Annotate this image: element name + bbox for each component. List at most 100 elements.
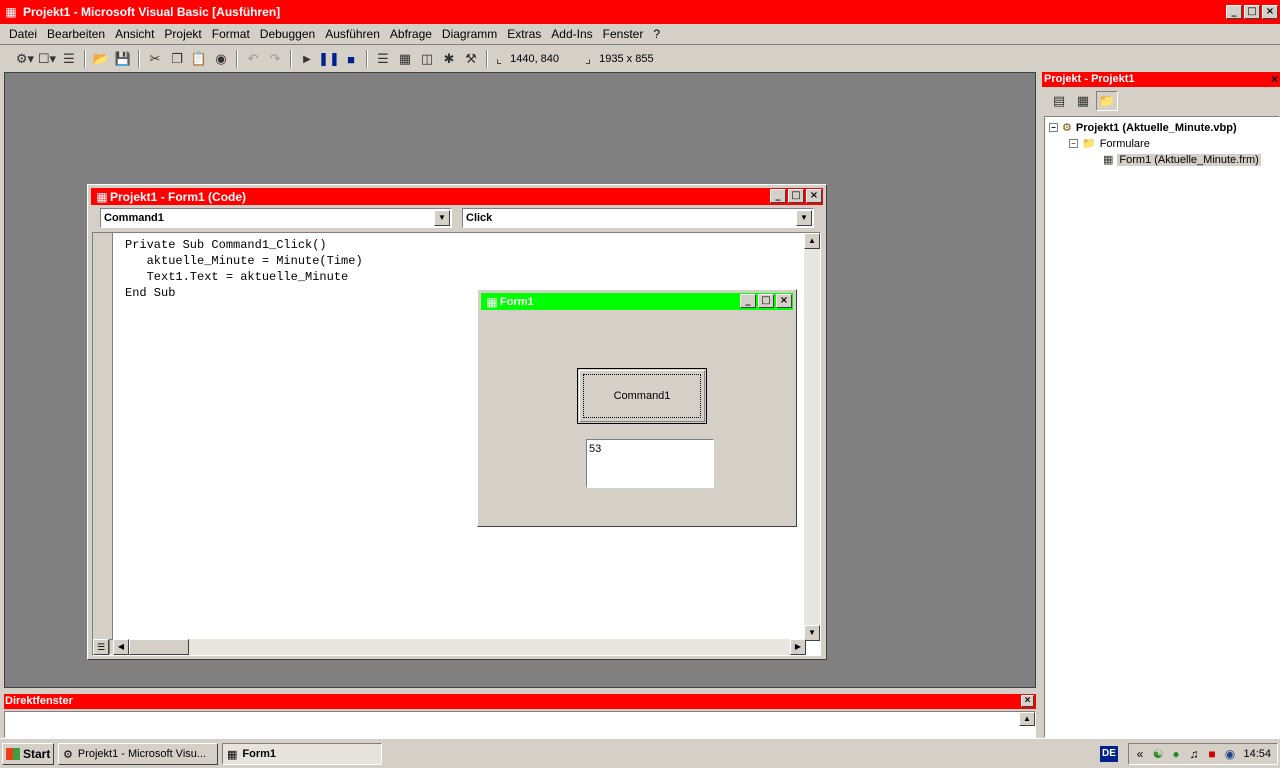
- monitor-icon[interactable]: ◉: [1223, 747, 1237, 761]
- tree-item-project[interactable]: − ⚙ Projekt1 (Aktuelle_Minute.vbp): [1049, 121, 1237, 134]
- scroll-up-icon[interactable]: ▲: [804, 233, 820, 249]
- immediate-input[interactable]: ▲: [4, 711, 1036, 738]
- tree-item-project-label: Projekt1 (Aktuelle_Minute.vbp): [1075, 121, 1237, 134]
- vb-app-icon: ▦: [5, 5, 17, 19]
- task-button-vb[interactable]: ⚙ Projekt1 - Microsoft Visu...: [58, 743, 218, 765]
- project-explorer-title: Projekt - Projekt1: [1044, 73, 1135, 85]
- minimize-icon[interactable]: _: [770, 189, 786, 203]
- menu-fenster[interactable]: Fenster: [598, 27, 649, 41]
- menu-ansicht[interactable]: Ansicht: [110, 27, 159, 41]
- close-icon[interactable]: ×: [776, 294, 792, 308]
- clock[interactable]: 14:54: [1243, 748, 1271, 760]
- properties-window-icon[interactable]: ▦: [394, 49, 416, 69]
- scroll-up-icon[interactable]: ▲: [1019, 712, 1035, 726]
- object-combo[interactable]: Command1 ▼: [100, 208, 452, 228]
- copy-icon[interactable]: ❐: [166, 49, 188, 69]
- save-icon[interactable]: 💾: [112, 49, 134, 69]
- paste-icon[interactable]: 📋: [188, 49, 210, 69]
- tree-item-form1[interactable]: ▦ Form1 (Aktuelle_Minute.frm): [1103, 153, 1261, 166]
- add-form-icon[interactable]: ☐▾: [36, 49, 58, 69]
- vb-app-icon: ⚙: [63, 748, 73, 761]
- start-label: Start: [23, 747, 51, 761]
- code-window-title-bar[interactable]: ▦ Projekt1 - Form1 (Code) _ □ ×: [91, 188, 823, 205]
- maximize-icon[interactable]: □: [1244, 5, 1260, 19]
- open-icon[interactable]: 📂: [90, 49, 112, 69]
- main-title-bar[interactable]: ▦ Projekt1 - Microsoft Visual Basic [Aus…: [0, 0, 1280, 24]
- menu-projekt[interactable]: Projekt: [159, 27, 206, 41]
- toolbox-icon[interactable]: ⚒: [460, 49, 482, 69]
- code-window-controls: _ □ ×: [770, 189, 822, 203]
- close-icon[interactable]: ×: [806, 189, 822, 203]
- view-code-icon[interactable]: ▤: [1048, 91, 1070, 111]
- procedure-view-icon[interactable]: ☰: [93, 639, 109, 655]
- code-text[interactable]: Private Sub Command1_Click() aktuelle_Mi…: [125, 237, 363, 301]
- cut-icon[interactable]: ✂: [144, 49, 166, 69]
- menu-bar: Datei Bearbeiten Ansicht Projekt Format …: [0, 24, 1280, 45]
- form1-title-bar[interactable]: ▦ Form1 _ □ ×: [481, 293, 793, 310]
- project-explorer-title-bar[interactable]: Projekt - Projekt1 ×: [1042, 72, 1280, 87]
- form1-window-controls: _ □ ×: [740, 294, 792, 308]
- volume-icon[interactable]: ♫: [1187, 747, 1201, 761]
- toggle-folders-icon[interactable]: 📁: [1096, 91, 1118, 111]
- menu-help[interactable]: ?: [648, 27, 665, 41]
- menu-add-ins[interactable]: Add-Ins: [546, 27, 597, 41]
- language-indicator[interactable]: DE: [1100, 746, 1118, 762]
- menu-bearbeiten[interactable]: Bearbeiten: [42, 27, 110, 41]
- object-combo-value: Command1: [104, 212, 164, 224]
- project-explorer: Projekt - Projekt1 × ▤ ▦ 📁 − ⚙ Projekt1 …: [1042, 72, 1280, 738]
- code-margin[interactable]: [93, 233, 113, 641]
- stop-icon[interactable]: ■: [340, 49, 362, 69]
- scroll-left-icon[interactable]: ◀: [113, 639, 129, 655]
- scroll-thumb[interactable]: [129, 639, 189, 655]
- pause-icon[interactable]: ❚❚: [318, 49, 340, 69]
- minimize-icon[interactable]: _: [1226, 5, 1242, 19]
- close-icon[interactable]: ×: [1262, 5, 1278, 19]
- command1-label: Command1: [613, 390, 671, 402]
- text1-textbox[interactable]: 53: [586, 439, 714, 488]
- procedure-combo[interactable]: Click ▼: [462, 208, 814, 228]
- menu-ausfuehren[interactable]: Ausführen: [320, 27, 385, 41]
- scroll-right-icon[interactable]: ▶: [790, 639, 806, 655]
- minimize-icon[interactable]: _: [740, 294, 756, 308]
- form1-icon: ▦: [486, 294, 498, 309]
- start-icon[interactable]: ▶: [296, 49, 318, 69]
- maximize-icon[interactable]: □: [788, 189, 804, 203]
- code-line: Text1.Text = aktuelle_Minute: [125, 270, 349, 284]
- network-icon[interactable]: ☯: [1151, 747, 1165, 761]
- menu-extras[interactable]: Extras: [502, 27, 546, 41]
- chevron-down-icon[interactable]: ▼: [796, 210, 812, 226]
- close-icon[interactable]: ×: [1271, 72, 1278, 87]
- command1-button[interactable]: Command1: [577, 368, 707, 424]
- immediate-window-title-bar[interactable]: Direktfenster ×: [4, 694, 1036, 709]
- tree-item-folder[interactable]: − 📁 Formulare: [1069, 137, 1150, 150]
- menu-format[interactable]: Format: [207, 27, 255, 41]
- size-readout-text: 1935 x 855: [599, 53, 654, 65]
- object-browser-icon[interactable]: ✱: [438, 49, 460, 69]
- menu-editor-icon[interactable]: ☰: [58, 49, 80, 69]
- code-line: Private Sub Command1_Click(): [125, 238, 327, 252]
- menu-debuggen[interactable]: Debuggen: [255, 27, 320, 41]
- start-button[interactable]: Start: [2, 743, 54, 765]
- ati-icon[interactable]: ■: [1205, 747, 1219, 761]
- undo-icon[interactable]: ↶: [242, 49, 264, 69]
- chevron-down-icon[interactable]: ▼: [434, 210, 450, 226]
- find-icon[interactable]: ◉: [210, 49, 232, 69]
- horizontal-scrollbar[interactable]: ◀ ▶: [113, 639, 806, 655]
- scroll-down-icon[interactable]: ▼: [804, 625, 820, 641]
- vertical-scrollbar[interactable]: ▲ ▼: [804, 233, 820, 641]
- form-layout-icon[interactable]: ◫: [416, 49, 438, 69]
- project-explorer-icon[interactable]: ☰: [372, 49, 394, 69]
- view-object-icon[interactable]: ▦: [1072, 91, 1094, 111]
- close-icon[interactable]: ×: [1021, 695, 1034, 707]
- menu-datei[interactable]: Datei: [4, 27, 42, 41]
- menu-diagramm[interactable]: Diagramm: [437, 27, 502, 41]
- security-icon[interactable]: ●: [1169, 747, 1183, 761]
- add-project-icon[interactable]: ⚙▾: [14, 49, 36, 69]
- redo-icon[interactable]: ↷: [264, 49, 286, 69]
- maximize-icon[interactable]: □: [758, 294, 774, 308]
- chevron-left-icon[interactable]: «: [1133, 747, 1147, 761]
- menu-abfrage[interactable]: Abfrage: [385, 27, 437, 41]
- task-button-form1[interactable]: ▦ Form1: [222, 743, 382, 765]
- collapse-icon[interactable]: −: [1049, 123, 1058, 132]
- collapse-icon[interactable]: −: [1069, 139, 1078, 148]
